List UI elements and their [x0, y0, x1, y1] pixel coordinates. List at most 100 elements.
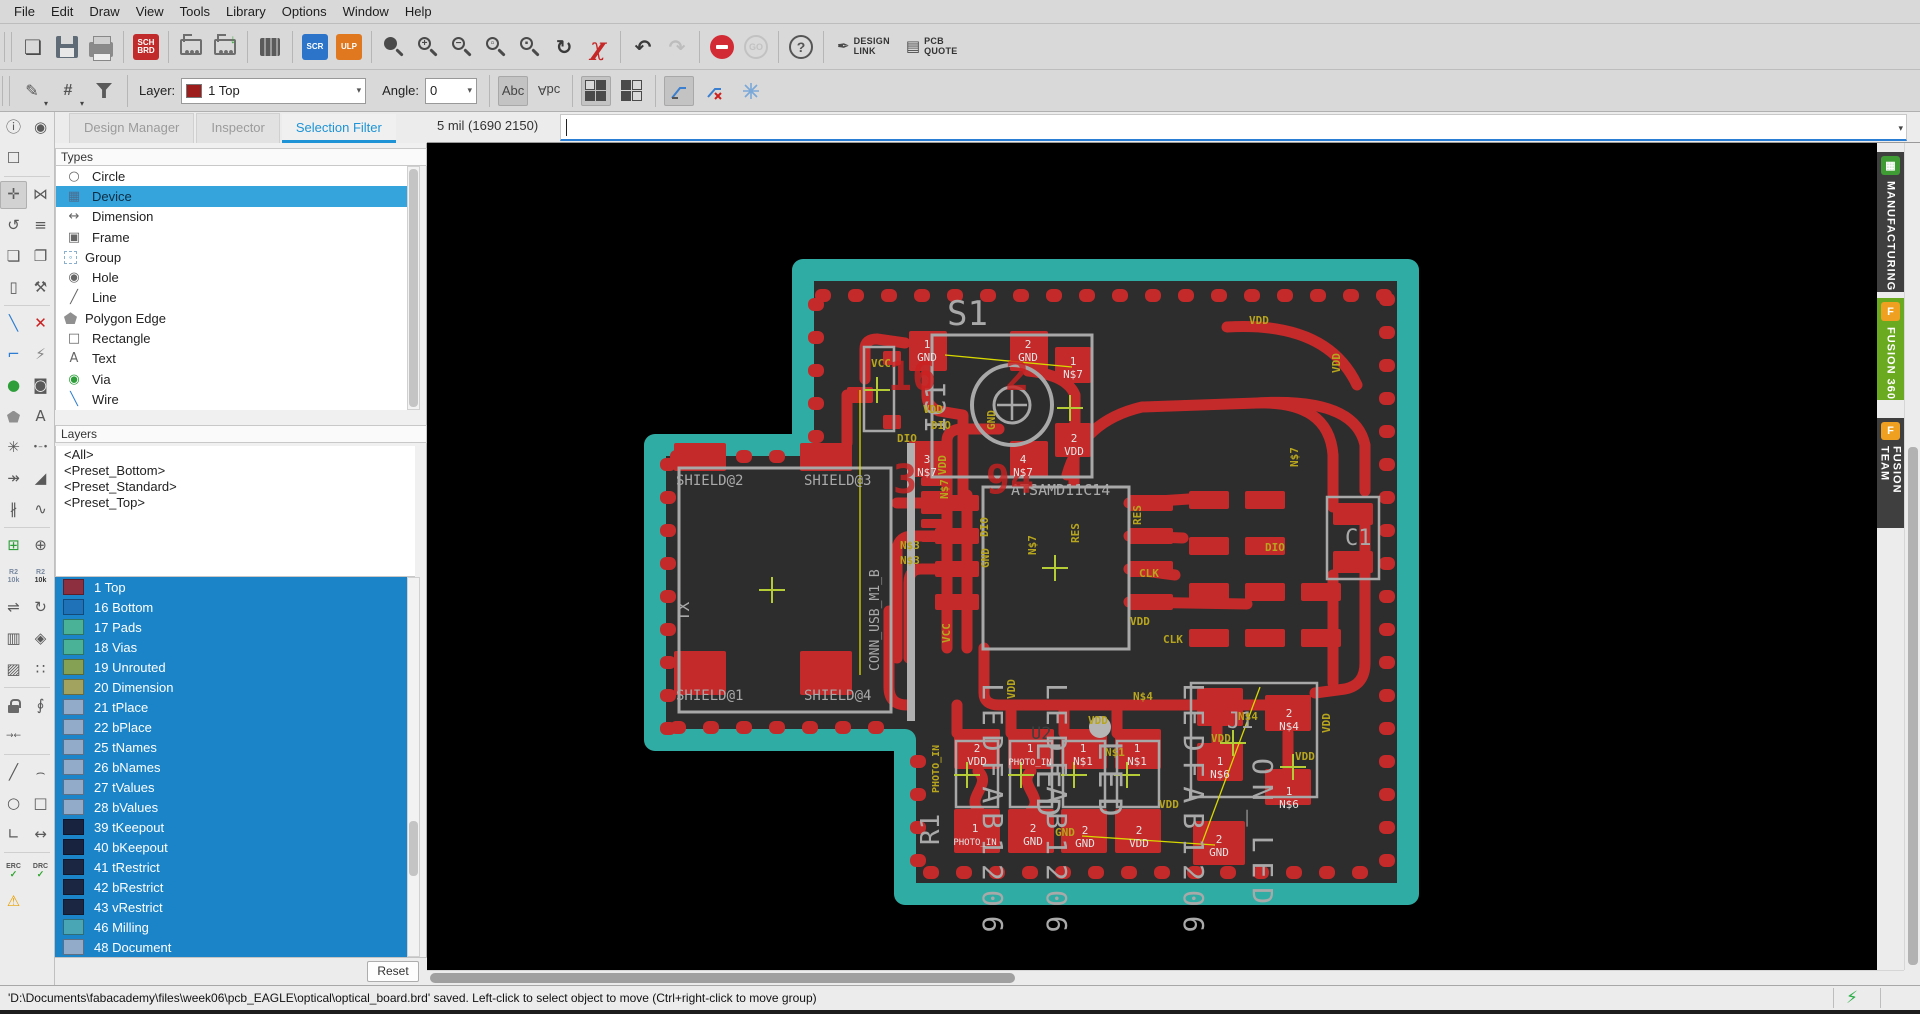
shrink-icon[interactable]: →← — [0, 723, 27, 751]
menu-item-options[interactable]: Options — [274, 0, 335, 24]
erc-button[interactable]: ERC ✓ — [0, 857, 27, 885]
fusion-team-tab[interactable]: F FUSION TEAM — [1877, 418, 1904, 528]
meander-icon[interactable]: ∿ — [27, 496, 54, 524]
layer-row-16[interactable]: 16 Bottom — [55, 597, 415, 617]
zoom-fit-icon[interactable] — [379, 30, 409, 64]
menu-item-help[interactable]: Help — [397, 0, 440, 24]
layer-preset-item[interactable]: <All> — [56, 447, 415, 463]
layer-row-28[interactable]: 28 bValues — [55, 797, 415, 817]
pattern-toggle-2[interactable] — [617, 76, 647, 106]
display-settings-button[interactable]: ✎ — [17, 76, 48, 108]
refresh-icon[interactable]: ↻ — [549, 30, 579, 64]
autoroute-button[interactable]: ↠ — [0, 465, 27, 493]
text-button[interactable]: A — [27, 403, 54, 431]
errors-button[interactable]: ⚠ — [0, 888, 27, 916]
type-row-polygon-edge[interactable]: Polygon Edge — [56, 308, 415, 328]
arc-button[interactable]: ⌢ — [27, 759, 54, 787]
layers-scrollbar[interactable] — [407, 577, 420, 957]
layer-row-27[interactable]: 27 tValues — [55, 777, 415, 797]
angle-dropdown[interactable]: 0 ▾ — [425, 77, 478, 104]
tab-design-manager[interactable]: Design Manager — [69, 113, 195, 143]
menu-item-draw[interactable]: Draw — [81, 0, 127, 24]
wire-bend-icon[interactable]: ⌐ — [0, 341, 27, 369]
chevron-down-icon[interactable]: ▾ — [1898, 123, 1903, 134]
layer-dropdown[interactable]: 1 Top ▾ — [181, 77, 367, 104]
layer-row-19[interactable]: 19 Unrouted — [55, 657, 415, 677]
print-icon[interactable] — [86, 30, 116, 64]
add-part-button[interactable]: ⊞ — [0, 532, 27, 560]
layer-row-18[interactable]: 18 Vias — [55, 637, 415, 657]
reposition-icon[interactable]: ∷ — [27, 656, 54, 684]
change-button[interactable]: ⚒ — [27, 274, 54, 302]
paint-icon[interactable]: ▨ — [0, 656, 27, 684]
layer-row-22[interactable]: 22 bPlace — [55, 717, 415, 737]
type-row-line[interactable]: ╱ Line — [56, 288, 415, 308]
value-button[interactable]: R2 10k — [27, 563, 54, 591]
pcb-quote-button[interactable]: ▤ PCB QUOTE — [906, 30, 958, 64]
select-group-icon[interactable]: ☐ — [0, 145, 27, 173]
info-icon[interactable]: ⓘ — [0, 114, 27, 142]
undo-button[interactable]: ↶ — [628, 30, 658, 64]
layer-row-21[interactable]: 21 tPlace — [55, 697, 415, 717]
miter-free-button[interactable] — [736, 76, 766, 106]
type-row-device[interactable]: ▦ Device — [56, 186, 415, 207]
optimize-icon[interactable]: ⚡ — [27, 341, 54, 369]
menu-item-edit[interactable]: Edit — [43, 0, 81, 24]
layer-row-41[interactable]: 41 tRestrict — [55, 857, 415, 877]
route-button[interactable]: ╲ — [0, 310, 27, 338]
drc-button[interactable]: DRC ✓ — [27, 857, 54, 885]
paste-button[interactable]: ❐ — [27, 243, 54, 271]
redo-button[interactable]: ↷ — [662, 30, 692, 64]
library-icon[interactable] — [255, 30, 285, 64]
design-link-button[interactable]: ✒ DESIGN LINK — [837, 30, 890, 64]
attribute-tag-icon[interactable]: ◈ — [27, 625, 54, 653]
type-row-group[interactable]: ∘ Group — [56, 247, 415, 267]
pad-button[interactable]: ◙ — [27, 372, 54, 400]
line-button[interactable]: ╱ — [0, 759, 27, 787]
types-scrollbar[interactable] — [407, 166, 420, 410]
menu-item-view[interactable]: View — [128, 0, 172, 24]
layer-row-25[interactable]: 25 tNames — [55, 737, 415, 757]
type-row-frame[interactable]: ▣ Frame — [56, 227, 415, 247]
menu-item-file[interactable]: File — [6, 0, 43, 24]
copy-button[interactable]: ❏ — [0, 243, 27, 271]
layer-row-17[interactable]: 17 Pads — [55, 617, 415, 637]
grid-button[interactable]: # — [53, 76, 84, 108]
tab-selection-filter[interactable]: Selection Filter — [281, 114, 396, 143]
menu-item-window[interactable]: Window — [335, 0, 397, 24]
layer-preset-item[interactable]: <Preset_Bottom> — [56, 463, 415, 479]
miter-button[interactable]: ◢ — [27, 465, 54, 493]
diff-pair-icon[interactable]: ∦ — [0, 496, 27, 524]
circle-button[interactable]: ○ — [0, 790, 27, 818]
layer-row-39[interactable]: 39 tKeepout — [55, 817, 415, 837]
abc-button[interactable]: Abc — [498, 75, 529, 106]
dimension-button[interactable]: ∟ — [0, 821, 27, 849]
filter-button[interactable] — [89, 76, 119, 106]
type-row-wire[interactable]: ╲ Wire — [56, 389, 415, 409]
cam-output-icon[interactable] — [210, 30, 240, 64]
pattern-toggle-1[interactable] — [581, 75, 612, 106]
help-button[interactable]: ? — [786, 30, 816, 64]
tab-inspector[interactable]: Inspector — [196, 113, 280, 143]
pinswap-button[interactable]: ⇌ — [0, 594, 27, 622]
layer-preset-item[interactable]: <Preset_Top> — [56, 495, 415, 511]
mirror-button[interactable]: ⋈ — [27, 181, 54, 209]
layer-row-1[interactable]: 1 Top — [55, 577, 415, 597]
lock-button[interactable] — [0, 692, 27, 720]
schematic-board-toggle[interactable]: SCH BRD — [131, 30, 161, 64]
mirror-text-button[interactable]: Abc — [534, 76, 564, 106]
via-button[interactable]: ● — [0, 372, 27, 400]
rect-button[interactable]: □ — [27, 790, 54, 818]
vertical-scrollbar[interactable] — [1904, 143, 1920, 970]
rotate-button[interactable]: ↺ — [0, 212, 27, 240]
fusion-360-tab[interactable]: F FUSION 360 — [1877, 298, 1904, 400]
cam-processor-icon[interactable] — [176, 30, 206, 64]
save-icon[interactable] — [52, 30, 82, 64]
ratsnest-button[interactable]: ✳ — [0, 434, 27, 462]
type-row-text[interactable]: A Text — [56, 349, 415, 369]
manufacturing-tab[interactable]: ▦ MANUFACTURING — [1877, 152, 1904, 292]
menu-item-library[interactable]: Library — [218, 0, 274, 24]
replace-button[interactable]: ↻ — [27, 594, 54, 622]
layer-row-40[interactable]: 40 bKeepout — [55, 837, 415, 857]
layer-row-43[interactable]: 43 vRestrict — [55, 897, 415, 917]
